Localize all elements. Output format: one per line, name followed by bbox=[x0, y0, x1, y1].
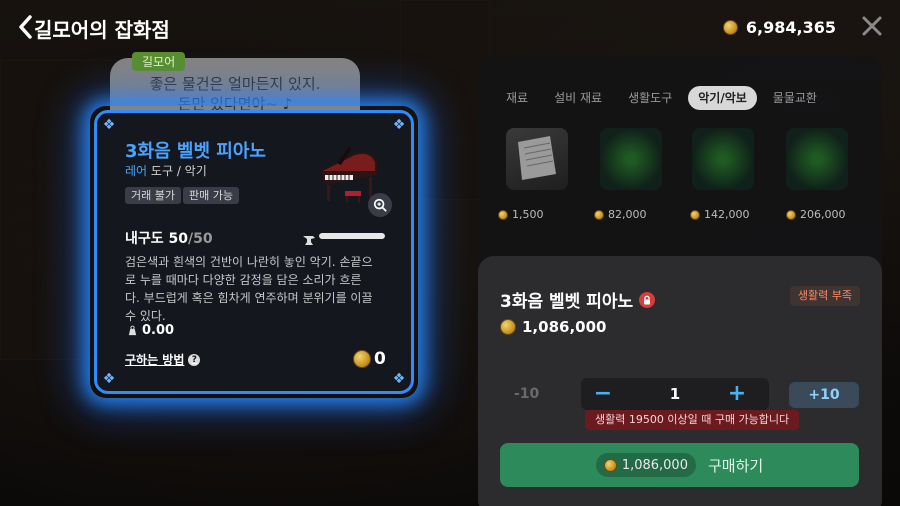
requirement-tooltip: 생활력 19500 이상일 때 구매 가능합니다 bbox=[585, 410, 800, 430]
shop-item-price-value: 206,000 bbox=[800, 208, 846, 221]
item-weight: 0.00 bbox=[127, 323, 174, 338]
item-category: 레어 도구 / 악기 bbox=[125, 162, 207, 179]
tag-trade: 거래 불가 bbox=[125, 187, 181, 204]
item-description: 검은색과 흰색의 건반이 나란히 놓인 악기. 손끝으로 누를 때마다 다양한 … bbox=[125, 255, 373, 323]
plus-icon[interactable]: + bbox=[721, 378, 753, 410]
shop-item-price-value: 1,500 bbox=[512, 208, 544, 221]
shop-item-price: 82,000 bbox=[594, 208, 647, 221]
top-bar: 길모어의 잡화점 6,984,365 bbox=[0, 0, 900, 56]
shop-item-price-value: 82,000 bbox=[608, 208, 647, 221]
shop-item-price: 1,500 bbox=[498, 208, 544, 221]
npc-name-tag: 길모어 bbox=[132, 52, 186, 71]
tab-materials[interactable]: 재료 bbox=[496, 86, 538, 110]
close-icon[interactable] bbox=[860, 14, 884, 38]
durability-bar bbox=[319, 233, 385, 239]
purchase-unit-price-value: 1,086,000 bbox=[522, 318, 607, 336]
coin-icon bbox=[353, 350, 371, 368]
plus-ten-button[interactable]: +10 bbox=[789, 382, 859, 408]
corner-ornament-icon: ❖ bbox=[102, 371, 116, 387]
how-to-get-label: 구하는 방법 bbox=[125, 353, 185, 367]
how-to-get-link[interactable]: 구하는 방법 ? bbox=[125, 351, 201, 368]
shop-item-price-value: 142,000 bbox=[704, 208, 750, 221]
corner-ornament-icon: ❖ bbox=[392, 117, 406, 133]
buy-total-price: 1,086,000 bbox=[595, 453, 696, 477]
warning-badge: 생활력 부족 bbox=[789, 286, 860, 306]
shop-item-price: 206,000 bbox=[786, 208, 846, 221]
item-weight-value: 0.00 bbox=[142, 323, 175, 338]
coin-icon bbox=[786, 209, 796, 220]
durability-max: /50 bbox=[188, 231, 213, 247]
coin-icon bbox=[603, 458, 617, 472]
quantity-value[interactable]: 1 bbox=[641, 378, 709, 410]
npc-speech-line: 좋은 물건은 얼마든지 있지. bbox=[149, 75, 321, 93]
coin-balance-value: 6,984,365 bbox=[745, 18, 836, 37]
minus-icon[interactable]: − bbox=[587, 378, 619, 410]
tab-instruments-scores[interactable]: 악기/악보 bbox=[688, 86, 757, 110]
purchase-item-name: 3화음 벨벳 피아노 bbox=[500, 287, 656, 312]
shop-item-instrument[interactable] bbox=[786, 128, 848, 190]
coin-icon bbox=[690, 209, 700, 220]
page-title: 길모어의 잡화점 bbox=[34, 18, 170, 42]
purchase-panel: 3화음 벨벳 피아노 생활력 부족 1,086,000 -10 − 1 + +1… bbox=[478, 256, 882, 506]
purchase-item-name-text: 3화음 벨벳 피아노 bbox=[500, 292, 634, 312]
item-rarity: 레어 bbox=[125, 164, 148, 178]
corner-ornament-icon: ❖ bbox=[392, 371, 406, 387]
tab-life-tools[interactable]: 생활도구 bbox=[618, 86, 682, 110]
buy-button-label: 구매하기 bbox=[707, 456, 764, 475]
shop-item-instrument[interactable] bbox=[600, 128, 662, 190]
back-icon[interactable] bbox=[16, 14, 36, 40]
category-tabs: 재료 설비 재료 생활도구 악기/악보 물물교환 bbox=[496, 86, 827, 110]
item-type: 도구 / 악기 bbox=[150, 164, 207, 178]
sell-price-value: 0 bbox=[374, 349, 386, 369]
coin-icon bbox=[594, 209, 604, 220]
lock-icon bbox=[639, 291, 656, 308]
tag-sell: 판매 가능 bbox=[183, 187, 239, 204]
sell-price: 0 bbox=[353, 349, 386, 369]
durability-value: 내구도 50 bbox=[125, 231, 188, 247]
quantity-stepper: − 1 + bbox=[581, 378, 769, 410]
coin-balance: 6,984,365 bbox=[722, 18, 836, 37]
coin-icon bbox=[498, 209, 508, 220]
item-name: 3화음 벨벳 피아노 bbox=[125, 141, 266, 162]
zoom-icon[interactable] bbox=[368, 193, 392, 217]
tab-barter[interactable]: 물물교환 bbox=[763, 86, 827, 110]
purchase-unit-price: 1,086,000 bbox=[500, 318, 606, 336]
buy-button[interactable]: 1,086,000 구매하기 bbox=[500, 443, 859, 487]
durability-text: 내구도 50/50 bbox=[125, 228, 213, 248]
coin-icon bbox=[722, 20, 738, 35]
shop-item-instrument[interactable] bbox=[692, 128, 754, 190]
buy-total-price-value: 1,086,000 bbox=[621, 457, 688, 473]
weight-icon bbox=[128, 325, 137, 336]
corner-ornament-icon: ❖ bbox=[102, 117, 116, 133]
shop-item-score[interactable] bbox=[506, 128, 568, 190]
tab-facility-materials[interactable]: 설비 재료 bbox=[544, 86, 612, 110]
help-icon: ? bbox=[188, 353, 201, 366]
minus-ten-button[interactable]: -10 bbox=[514, 386, 539, 402]
item-tooltip-card: ❖ ❖ ❖ ❖ 3화음 벨벳 피아노 레어 도구 / 악기 거래 불가 판매 가… bbox=[94, 110, 414, 394]
shop-item-price: 142,000 bbox=[690, 208, 750, 221]
coin-icon bbox=[500, 319, 516, 335]
anvil-icon bbox=[302, 231, 316, 245]
durability-bar-fill bbox=[319, 233, 385, 239]
